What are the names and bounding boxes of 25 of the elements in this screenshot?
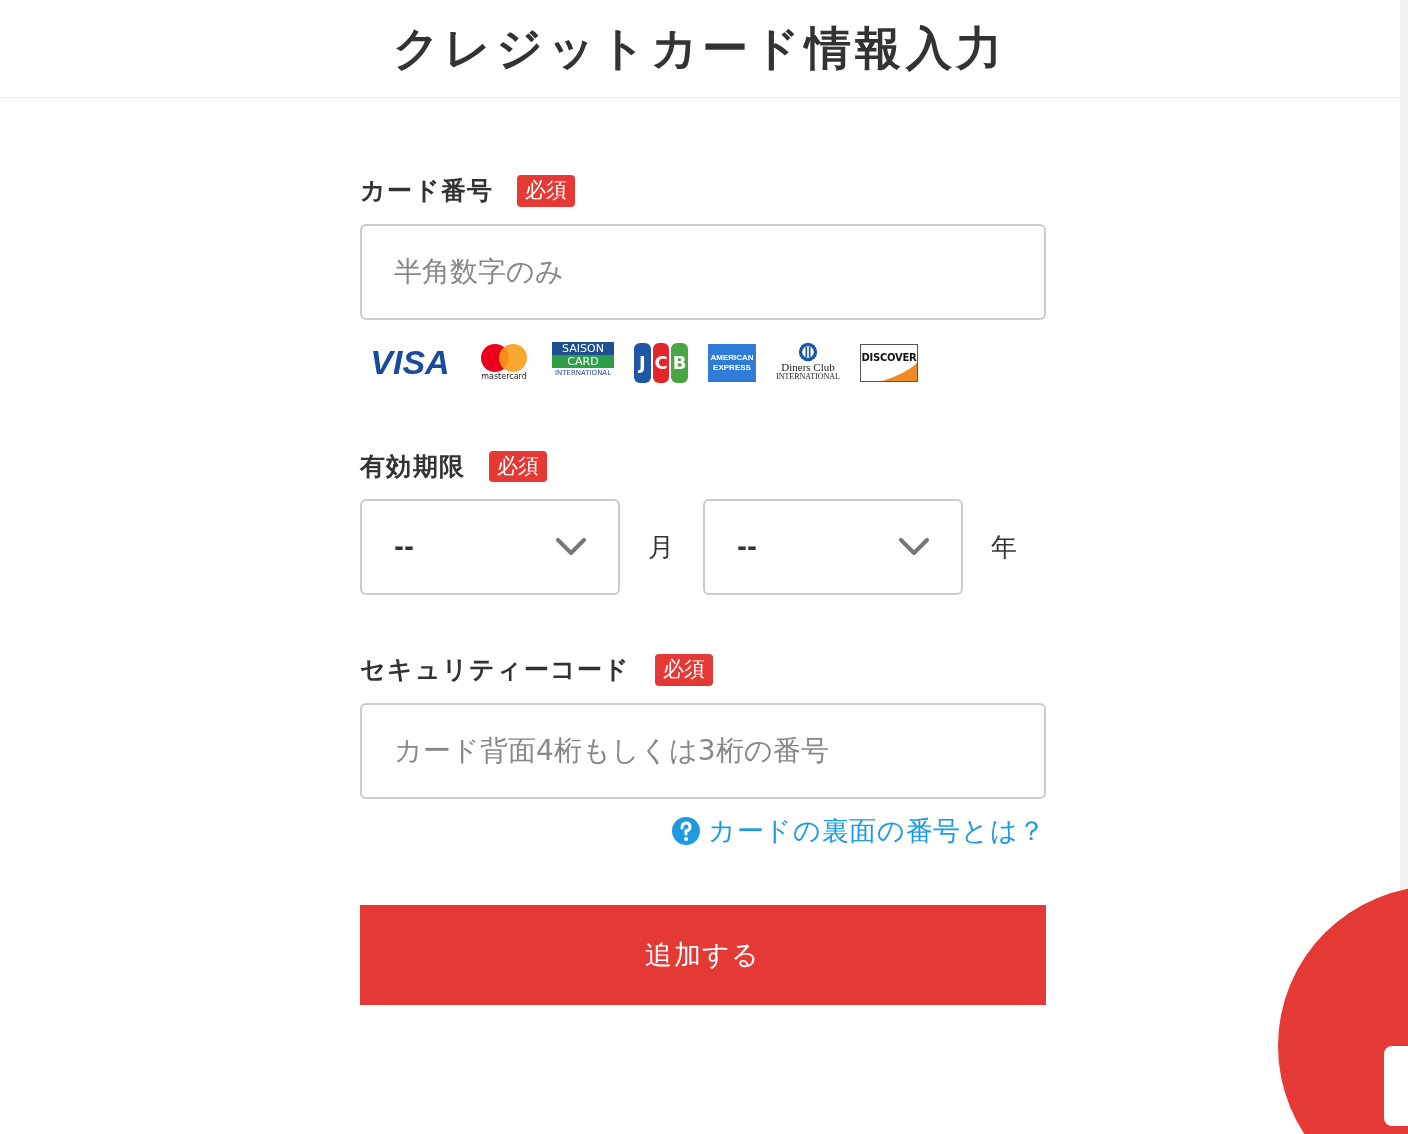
field-label: カード番号 — [360, 175, 494, 207]
circle-logo-icon — [797, 341, 819, 362]
month-year-select[interactable]: -- — [703, 499, 963, 595]
card-logo: Diners Club INTERNATIONAL — [776, 341, 840, 384]
unit-label: 月 — [647, 530, 676, 564]
chevron-down-icon — [898, 538, 929, 556]
field-label: セキュリティーコード — [360, 654, 631, 686]
chevron-down-icon — [555, 538, 586, 556]
security-code-field[interactable]: カード背面4桁もしくは3桁の番号 — [360, 702, 1046, 799]
required-badge: 必須 — [517, 175, 576, 207]
card-logo: AMERICAN EXPRESS — [708, 343, 756, 382]
card-logo: mastercard — [476, 342, 532, 383]
card-logo: DISCOVER — [860, 343, 918, 382]
month-year-select[interactable]: -- — [360, 499, 620, 595]
card-logo: J C B — [634, 342, 688, 383]
circles-icon — [479, 342, 529, 373]
add-button[interactable]: 追加する — [360, 905, 1046, 1005]
help-icon — [671, 816, 700, 845]
page-title: クレジットカード情報入力 — [392, 20, 1008, 77]
required-badge: 必須 — [489, 450, 547, 482]
field-label: 有効期限 — [360, 450, 465, 483]
card-logo: VISA — [369, 342, 451, 383]
card-number-field[interactable]: 半角数字のみ — [360, 223, 1046, 320]
required-badge: 必須 — [654, 654, 713, 686]
unit-label: 年 — [990, 530, 1019, 564]
